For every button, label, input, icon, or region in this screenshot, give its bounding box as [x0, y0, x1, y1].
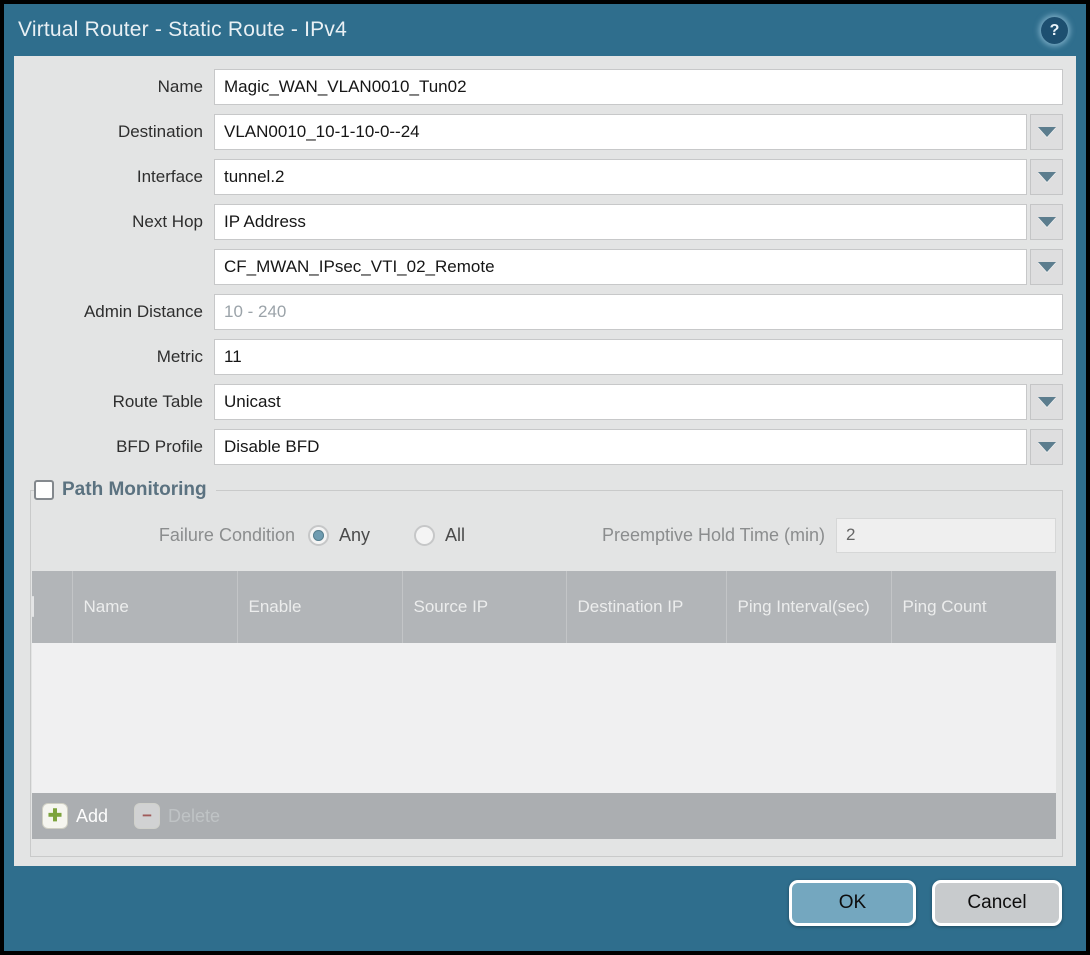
empty-table-body: [32, 643, 1056, 793]
next-hop-type-input[interactable]: [214, 204, 1027, 240]
failure-condition-any-label: Any: [339, 525, 370, 546]
select-all-checkbox[interactable]: [32, 596, 34, 617]
interface-row: Interface: [14, 159, 1063, 195]
failure-condition-all-label: All: [445, 525, 465, 546]
next-hop-row: Next Hop: [14, 204, 1063, 240]
preemptive-hold-time-label: Preemptive Hold Time (min): [602, 525, 836, 546]
metric-input[interactable]: [214, 339, 1063, 375]
interface-label: Interface: [14, 167, 214, 187]
select-all-header-cell: [32, 571, 72, 643]
name-label: Name: [14, 77, 214, 97]
chevron-down-icon: [1038, 262, 1056, 272]
metric-label: Metric: [14, 347, 214, 367]
destination-dropdown-button[interactable]: [1030, 114, 1063, 150]
delete-button[interactable]: − Delete: [134, 803, 220, 829]
chevron-down-icon: [1038, 442, 1056, 452]
next-hop-address-row: [14, 249, 1063, 285]
bfd-profile-label: BFD Profile: [14, 437, 214, 457]
help-icon[interactable]: ?: [1041, 17, 1068, 44]
next-hop-dropdown-button[interactable]: [1030, 204, 1063, 240]
next-hop-address-dropdown-button[interactable]: [1030, 249, 1063, 285]
path-monitoring-legend: Path Monitoring: [34, 479, 216, 501]
route-table-dropdown-button[interactable]: [1030, 384, 1063, 420]
interface-dropdown-button[interactable]: [1030, 159, 1063, 195]
path-monitoring-title: Path Monitoring: [62, 479, 207, 501]
add-button-label: Add: [76, 806, 108, 827]
column-header-name: Name: [72, 571, 237, 643]
table-footer-bar: ✚ Add − Delete: [32, 793, 1056, 839]
chevron-down-icon: [1038, 127, 1056, 137]
dialog-titlebar: Virtual Router - Static Route - IPv4 ?: [4, 4, 1086, 56]
preemptive-hold-time-input[interactable]: [836, 518, 1056, 553]
column-header-source-ip: Source IP: [402, 571, 566, 643]
route-table-input[interactable]: [214, 384, 1027, 420]
cancel-button[interactable]: Cancel: [932, 880, 1062, 926]
admin-distance-input[interactable]: [214, 294, 1063, 330]
path-monitoring-section: Path Monitoring Failure Condition Any Al…: [30, 479, 1063, 857]
next-hop-label: Next Hop: [14, 212, 214, 232]
route-table-row: Route Table: [14, 384, 1063, 420]
dialog-content: Name Destination Interface Next Hop: [14, 56, 1076, 866]
column-header-ping-interval: Ping Interval(sec): [726, 571, 891, 643]
admin-distance-row: Admin Distance: [14, 294, 1063, 330]
column-header-enable: Enable: [237, 571, 402, 643]
failure-condition-row: Failure Condition Any All Preemptive Hol…: [32, 517, 1056, 553]
next-hop-address-input[interactable]: [214, 249, 1027, 285]
chevron-down-icon: [1038, 397, 1056, 407]
empty-table-area: [32, 643, 1056, 793]
name-input[interactable]: [214, 69, 1063, 105]
destination-input[interactable]: [214, 114, 1027, 150]
static-route-dialog: Virtual Router - Static Route - IPv4 ? N…: [0, 0, 1090, 955]
plus-icon: ✚: [42, 803, 68, 829]
path-monitoring-table: Name Enable Source IP Destination IP Pin…: [32, 571, 1056, 793]
destination-row: Destination: [14, 114, 1063, 150]
table-header-row: Name Enable Source IP Destination IP Pin…: [32, 571, 1056, 643]
admin-distance-label: Admin Distance: [14, 302, 214, 322]
name-row: Name: [14, 69, 1063, 105]
failure-condition-any-radio[interactable]: [308, 525, 329, 546]
bfd-profile-row: BFD Profile: [14, 429, 1063, 465]
destination-label: Destination: [14, 122, 214, 142]
dialog-footer: OK Cancel: [4, 866, 1086, 951]
failure-condition-all-radio[interactable]: [414, 525, 435, 546]
ok-button[interactable]: OK: [789, 880, 916, 926]
delete-button-label: Delete: [168, 806, 220, 827]
dialog-title: Virtual Router - Static Route - IPv4: [18, 18, 347, 42]
bfd-profile-input[interactable]: [214, 429, 1027, 465]
path-monitoring-checkbox[interactable]: [34, 480, 54, 500]
bfd-profile-dropdown-button[interactable]: [1030, 429, 1063, 465]
chevron-down-icon: [1038, 217, 1056, 227]
column-header-destination-ip: Destination IP: [566, 571, 726, 643]
metric-row: Metric: [14, 339, 1063, 375]
add-button[interactable]: ✚ Add: [42, 803, 108, 829]
minus-icon: −: [134, 803, 160, 829]
failure-condition-label: Failure Condition: [32, 525, 308, 546]
chevron-down-icon: [1038, 172, 1056, 182]
column-header-ping-count: Ping Count: [891, 571, 1056, 643]
interface-input[interactable]: [214, 159, 1027, 195]
route-table-label: Route Table: [14, 392, 214, 412]
